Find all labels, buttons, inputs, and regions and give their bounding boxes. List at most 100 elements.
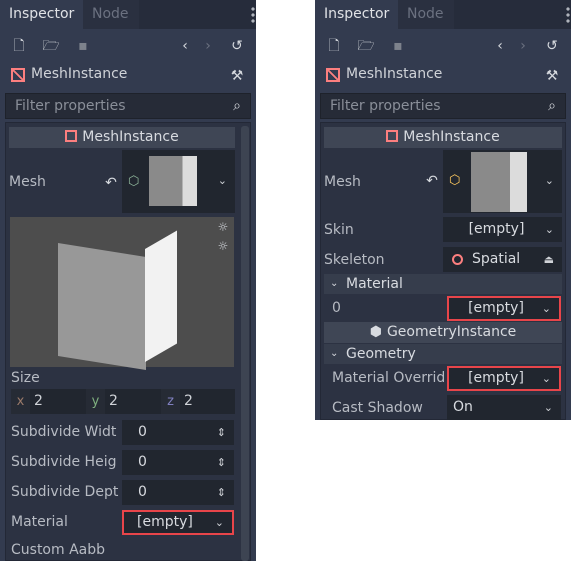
cube-mesh-icon: ⬡ bbox=[449, 173, 461, 188]
size-z-input[interactable]: 2 bbox=[184, 389, 193, 414]
tab-inspector[interactable]: Inspector bbox=[0, 0, 83, 29]
reset-icon[interactable]: ↶ bbox=[423, 172, 441, 190]
save-icon[interactable]: ▪ bbox=[389, 37, 407, 55]
chevron-down-icon: ⌄ bbox=[330, 348, 339, 359]
section-title: MeshInstance bbox=[403, 129, 500, 145]
search-icon: ⌕ bbox=[233, 98, 241, 114]
mesh-instance-icon bbox=[11, 68, 25, 82]
tools-icon[interactable]: ⚒ bbox=[543, 67, 561, 85]
tools-icon[interactable]: ⚒ bbox=[228, 67, 246, 85]
light-1-icon[interactable]: ☼ bbox=[214, 218, 232, 236]
material-group-header[interactable]: ⌄ Material bbox=[324, 274, 562, 294]
skin-label: Skin bbox=[324, 222, 354, 238]
material-override-picker[interactable]: [empty] ⌄ bbox=[447, 366, 561, 391]
mesh-label: Mesh bbox=[9, 174, 46, 190]
material-picker[interactable]: [empty] ⌄ bbox=[122, 510, 234, 535]
save-icon[interactable]: ▪ bbox=[74, 37, 92, 55]
reset-icon[interactable]: ↶ bbox=[102, 174, 120, 192]
inspector-panel-right: Inspector Node 🗋 🗁 ▪ ‹ › ↺ MeshInstance … bbox=[315, 0, 571, 420]
mesh-instance-icon bbox=[326, 68, 340, 82]
section-header: MeshInstance bbox=[9, 127, 235, 148]
spinner-icon[interactable]: ⇕ bbox=[217, 450, 226, 475]
subdivide-height-spinbox[interactable]: 0 ⇕ bbox=[122, 450, 234, 475]
subdivide-depth-label: Subdivide Dept bbox=[11, 484, 119, 500]
material-override-label: Material Overrid bbox=[332, 370, 444, 386]
chevron-down-icon[interactable]: ⌄ bbox=[215, 512, 224, 533]
size-x-input[interactable]: 2 bbox=[34, 389, 43, 414]
material-0-label: 0 bbox=[332, 300, 341, 316]
forward-icon[interactable]: › bbox=[199, 37, 217, 55]
size-vector-field bbox=[11, 389, 235, 414]
value: [empty] bbox=[468, 300, 524, 316]
chevron-down-icon[interactable]: ⌄ bbox=[542, 368, 551, 389]
value: Spatial bbox=[472, 251, 521, 267]
material-0-picker[interactable]: [empty] ⌄ bbox=[447, 296, 561, 321]
chevron-down-icon[interactable]: ⌄ bbox=[545, 217, 554, 242]
skeleton-path[interactable]: Spatial ⏏ bbox=[443, 247, 562, 272]
light-2-icon[interactable]: ☼ bbox=[214, 237, 232, 255]
spatial-node-icon bbox=[452, 254, 463, 265]
section-title: MeshInstance bbox=[82, 129, 179, 145]
mesh-resource-picker[interactable]: ⬡ ⌄ bbox=[443, 150, 562, 213]
value: [empty] bbox=[468, 221, 525, 237]
clear-icon[interactable]: ⏏ bbox=[544, 247, 554, 272]
forward-icon[interactable]: › bbox=[514, 37, 532, 55]
subdivide-width-label: Subdivide Widt bbox=[11, 424, 117, 440]
chevron-down-icon[interactable]: ⌄ bbox=[218, 174, 227, 187]
history-icon[interactable]: ↺ bbox=[228, 37, 246, 55]
mesh-instance-icon bbox=[386, 130, 399, 142]
spinner-icon[interactable]: ⇕ bbox=[217, 480, 226, 505]
cast-shadow-select[interactable]: On ⌄ bbox=[447, 395, 561, 420]
value: On bbox=[453, 399, 473, 415]
section-header-geometry-instance: ⬢ GeometryInstance bbox=[324, 322, 562, 343]
search-icon: ⌕ bbox=[548, 98, 556, 114]
geometry-instance-icon: ⬢ bbox=[369, 324, 382, 340]
z-axis-label: z bbox=[161, 389, 180, 414]
new-resource-icon[interactable]: 🗋 bbox=[10, 37, 28, 55]
chevron-down-icon[interactable]: ⌄ bbox=[542, 298, 551, 319]
new-resource-icon[interactable]: 🗋 bbox=[325, 37, 343, 55]
value: [empty] bbox=[468, 370, 524, 386]
tab-inspector[interactable]: Inspector bbox=[315, 0, 398, 29]
scrollbar[interactable] bbox=[241, 126, 249, 561]
chevron-down-icon[interactable]: ⌄ bbox=[544, 395, 553, 420]
value: 0 bbox=[138, 484, 147, 500]
mesh-preview: ☼ ☼ bbox=[10, 217, 234, 370]
mesh-thumbnail bbox=[149, 156, 197, 206]
material-label: Material bbox=[11, 514, 68, 530]
skin-picker[interactable]: [empty] ⌄ bbox=[443, 217, 562, 242]
chevron-down-icon[interactable]: ⌄ bbox=[545, 174, 554, 187]
skeleton-label: Skeleton bbox=[324, 252, 385, 268]
menu-icon[interactable] bbox=[566, 6, 570, 24]
geometry-group-header[interactable]: ⌄ Geometry bbox=[324, 344, 562, 364]
subdivide-depth-spinbox[interactable]: 0 ⇕ bbox=[122, 480, 234, 505]
open-folder-icon[interactable]: 🗁 bbox=[357, 37, 375, 55]
open-folder-icon[interactable]: 🗁 bbox=[42, 37, 60, 55]
preview-cube-side bbox=[145, 230, 177, 362]
mesh-thumbnail bbox=[471, 152, 527, 212]
subdivide-width-spinbox[interactable]: 0 ⇕ bbox=[122, 420, 234, 445]
subdivide-height-label: Subdivide Heig bbox=[11, 454, 117, 470]
value: [empty] bbox=[137, 514, 193, 530]
x-axis-label: x bbox=[11, 389, 30, 414]
mesh-resource-picker[interactable]: ⬡ ⌄ bbox=[122, 150, 235, 213]
mesh-instance-icon bbox=[65, 130, 78, 142]
y-axis-label: y bbox=[86, 389, 105, 414]
custom-aabb-label: Custom Aabb bbox=[11, 542, 106, 558]
back-icon[interactable]: ‹ bbox=[491, 37, 509, 55]
group-title: Material bbox=[346, 276, 403, 292]
history-icon[interactable]: ↺ bbox=[543, 37, 561, 55]
section-title: GeometryInstance bbox=[386, 324, 517, 340]
preview-cube-front bbox=[58, 243, 146, 370]
back-icon[interactable]: ‹ bbox=[176, 37, 194, 55]
size-y-input[interactable]: 2 bbox=[109, 389, 118, 414]
spinner-icon[interactable]: ⇕ bbox=[217, 420, 226, 445]
value: 0 bbox=[138, 424, 147, 440]
menu-icon[interactable] bbox=[251, 6, 255, 24]
filter-properties-input[interactable]: Filter properties bbox=[320, 93, 566, 119]
object-name: MeshInstance bbox=[346, 66, 443, 82]
filter-properties-input[interactable]: Filter properties bbox=[5, 93, 251, 119]
tab-node[interactable]: Node bbox=[83, 0, 139, 29]
object-name: MeshInstance bbox=[31, 66, 128, 82]
tab-node[interactable]: Node bbox=[398, 0, 454, 29]
